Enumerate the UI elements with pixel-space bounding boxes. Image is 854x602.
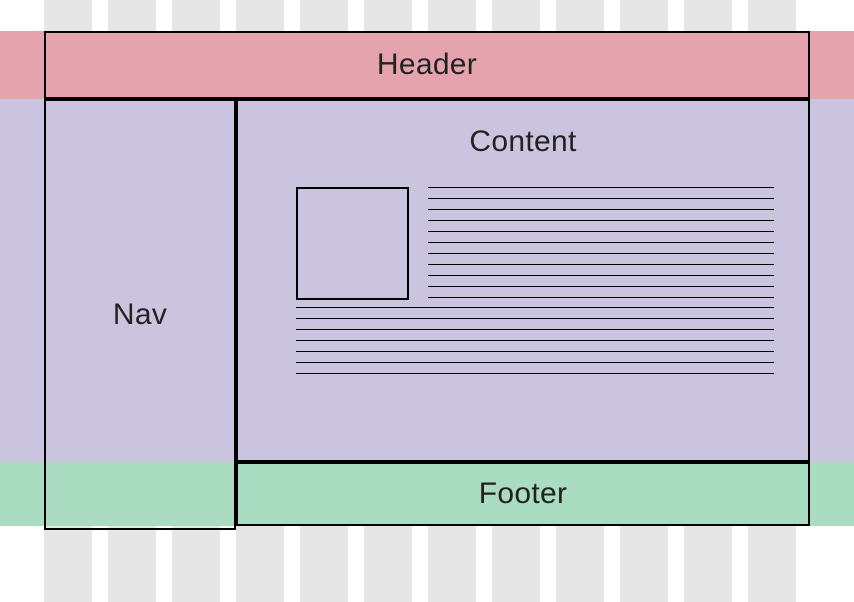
text-line [428,187,774,188]
content-label: Content [238,125,808,159]
text-line [428,198,774,199]
text-line [428,209,774,210]
text-line [428,297,774,298]
text-line [296,329,774,330]
nav-region: Nav [44,99,236,530]
text-line [428,264,774,265]
text-line [428,253,774,254]
nav-label: Nav [113,298,167,332]
text-line [428,220,774,221]
footer-region: Footer [236,462,810,526]
text-lines-full [296,307,774,374]
text-line [296,307,774,308]
content-region: Content [236,99,810,462]
text-line [296,362,774,363]
footer-label: Footer [479,477,568,511]
text-line [428,242,774,243]
text-lines-right [428,187,774,298]
text-line [428,275,774,276]
text-line [296,340,774,341]
image-placeholder [296,187,409,300]
text-line [296,373,774,374]
header-label: Header [377,48,477,82]
text-line [296,351,774,352]
text-line [428,231,774,232]
header-region: Header [44,31,810,99]
text-line [296,318,774,319]
text-line [428,286,774,287]
